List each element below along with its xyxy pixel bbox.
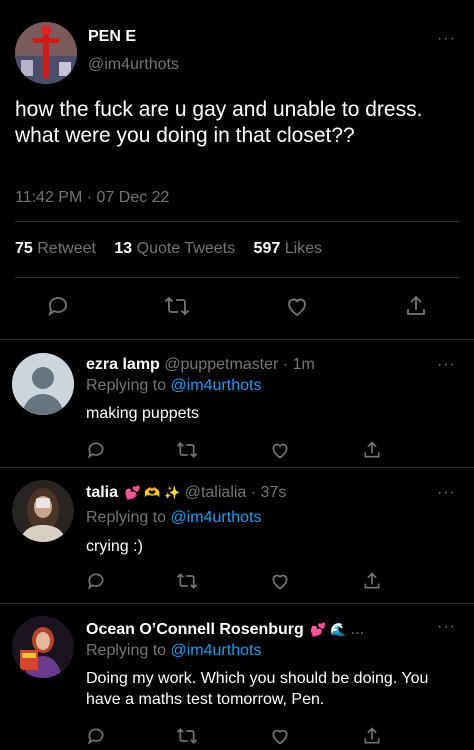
avatar[interactable] bbox=[15, 22, 77, 84]
replying-to-handle[interactable]: @im4urthots bbox=[171, 377, 262, 394]
author-handle[interactable]: @talialia bbox=[185, 484, 247, 501]
avatar[interactable] bbox=[12, 480, 74, 542]
more-options-icon[interactable]: ··· bbox=[437, 618, 456, 636]
like-icon[interactable] bbox=[285, 294, 309, 318]
author-name[interactable]: PEN E bbox=[88, 28, 136, 46]
divider bbox=[15, 277, 459, 278]
replying-to: Replying to @im4urthots bbox=[86, 642, 262, 659]
more-options-icon[interactable]: ··· bbox=[437, 30, 456, 48]
like-icon[interactable] bbox=[270, 440, 290, 460]
share-icon[interactable] bbox=[404, 294, 428, 318]
reply-text: crying :) bbox=[86, 538, 143, 555]
like-icon[interactable] bbox=[270, 726, 290, 746]
reply-header: Ocean O’Connell Rosenburg 💕 🌊 ... bbox=[86, 621, 364, 639]
tweet-stats: 75 Retweet 13 Quote Tweets 597 Likes bbox=[15, 240, 322, 258]
reply-text: Doing my work. Which you should be doing… bbox=[86, 670, 429, 708]
reply-icon[interactable] bbox=[86, 571, 106, 591]
more-options-icon[interactable]: ··· bbox=[437, 356, 456, 374]
share-icon[interactable] bbox=[362, 726, 382, 746]
retweet-count[interactable]: 75 Retweet bbox=[15, 240, 96, 257]
reply-tweet[interactable]: talia 💕 🫶 ✨ @talialia · 37s ··· Replying… bbox=[0, 468, 474, 604]
name-emoji: 💕 🫶 ✨ bbox=[124, 485, 181, 500]
reply-tweet[interactable]: ezra lamp @puppetmaster · 1m ··· Replyin… bbox=[0, 340, 474, 468]
ellipsis: ... bbox=[350, 621, 365, 638]
share-icon[interactable] bbox=[362, 571, 382, 591]
replying-to-handle[interactable]: @im4urthots bbox=[171, 642, 262, 659]
reply-icon[interactable] bbox=[86, 440, 106, 460]
reply-icon[interactable] bbox=[46, 294, 70, 318]
quote-count[interactable]: 13 Quote Tweets bbox=[114, 240, 235, 257]
reply-tweet[interactable]: Ocean O’Connell Rosenburg 💕 🌊 ... ··· Re… bbox=[0, 604, 474, 750]
avatar[interactable] bbox=[12, 616, 74, 678]
reply-header: ezra lamp @puppetmaster · 1m bbox=[86, 356, 315, 374]
more-options-icon[interactable]: ··· bbox=[437, 484, 456, 502]
retweet-icon[interactable] bbox=[176, 571, 198, 591]
author-name[interactable]: Ocean O’Connell Rosenburg bbox=[86, 621, 304, 638]
author-name[interactable]: ezra lamp bbox=[86, 356, 160, 373]
like-icon[interactable] bbox=[270, 571, 290, 591]
reply-time: · 37s bbox=[250, 484, 287, 501]
share-icon[interactable] bbox=[362, 440, 382, 460]
avatar[interactable] bbox=[12, 353, 74, 415]
name-emoji: 💕 🌊 bbox=[310, 622, 347, 637]
replying-to: Replying to @im4urthots bbox=[86, 377, 262, 394]
reply-time: · 1m bbox=[282, 356, 315, 373]
author-name[interactable]: talia bbox=[86, 484, 118, 501]
reply-header: talia 💕 🫶 ✨ @talialia · 37s bbox=[86, 484, 286, 502]
tweet-timestamp[interactable]: 11:42 PM · 07 Dec 22 bbox=[15, 189, 169, 207]
author-handle[interactable]: @puppetmaster bbox=[164, 356, 278, 373]
replying-to-handle[interactable]: @im4urthots bbox=[171, 509, 262, 526]
main-tweet: PEN E @im4urthots ··· how the fuck are u… bbox=[0, 0, 474, 340]
tweet-text: how the fuck are u gay and unable to dre… bbox=[15, 98, 423, 147]
retweet-icon[interactable] bbox=[176, 440, 198, 460]
like-count[interactable]: 597 Likes bbox=[254, 240, 323, 257]
reply-icon[interactable] bbox=[86, 726, 106, 746]
reply-text: making puppets bbox=[86, 405, 199, 422]
retweet-icon[interactable] bbox=[164, 294, 190, 318]
author-handle[interactable]: @im4urthots bbox=[88, 56, 179, 74]
replying-to: Replying to @im4urthots bbox=[86, 509, 262, 526]
divider bbox=[15, 221, 459, 222]
retweet-icon[interactable] bbox=[176, 726, 198, 746]
